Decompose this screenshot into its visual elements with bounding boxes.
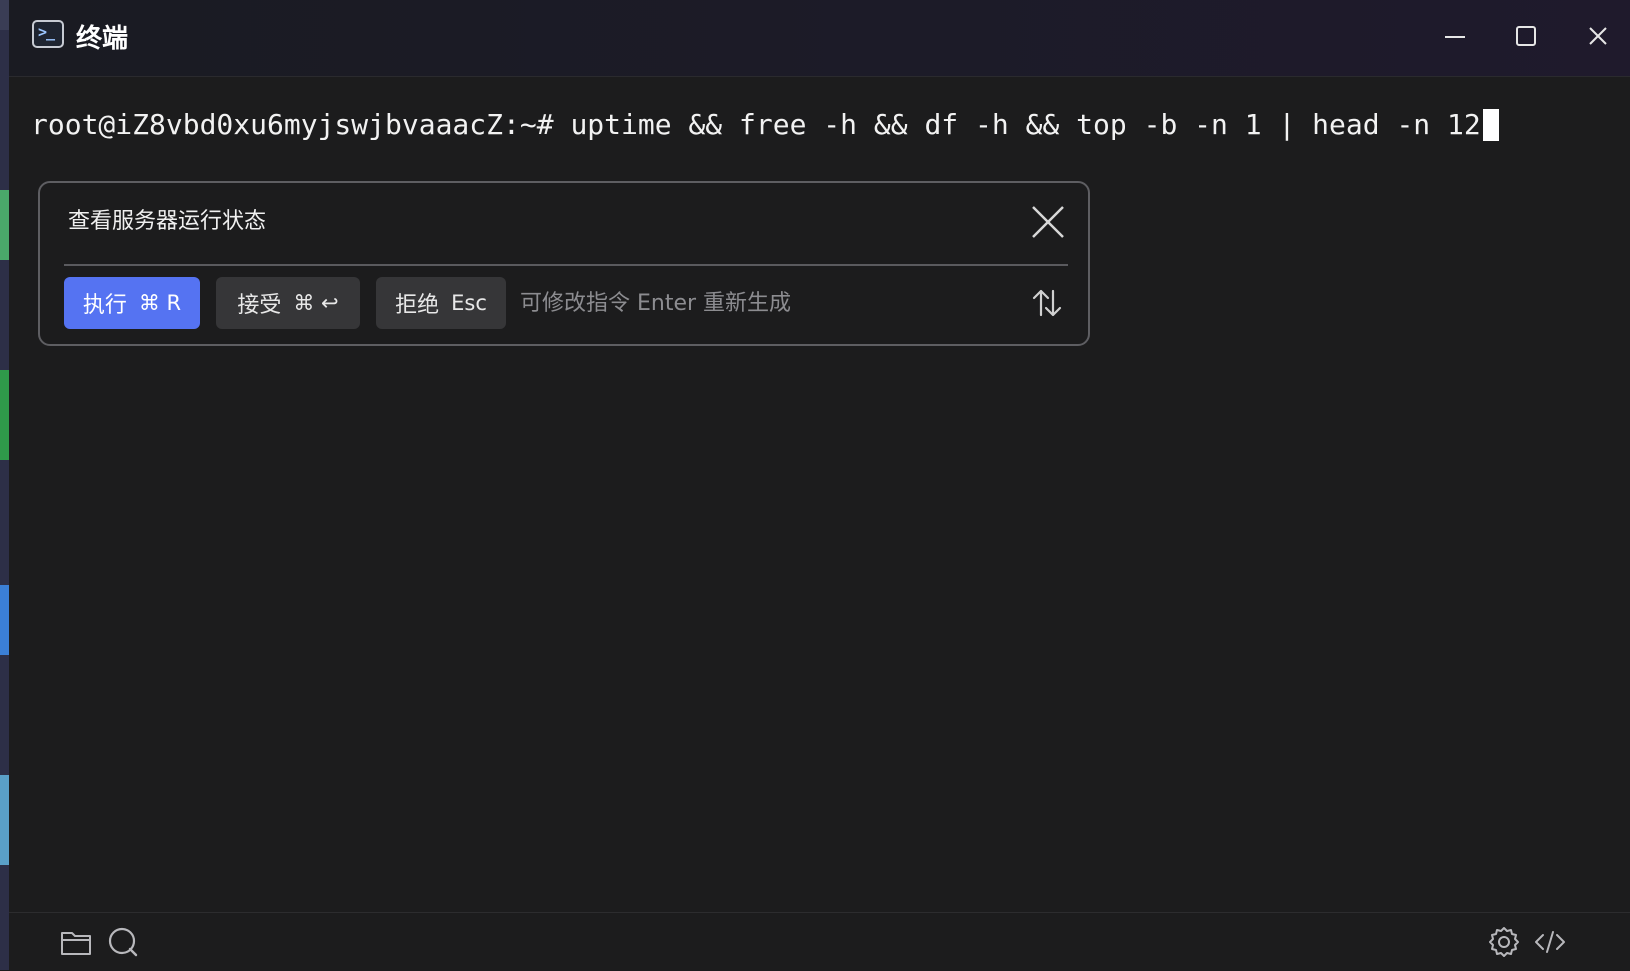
terminal-window: >_ 终端 root@iZ8vbd0xu6myjswjbvaaacZ:~# up… [9, 0, 1630, 971]
settings-gear-icon [1489, 927, 1519, 957]
maximize-button[interactable] [1508, 18, 1544, 54]
minimize-icon [1445, 36, 1465, 38]
accept-button-label: 接受 [237, 293, 282, 318]
accept-shortcut: ⌘ ↩ [293, 291, 339, 315]
run-button-label: 执行 [82, 293, 127, 318]
desktop-background-strip [0, 0, 9, 970]
status-bar [9, 912, 1630, 971]
chat-search-icon [108, 927, 138, 957]
settings-button[interactable] [1487, 925, 1521, 959]
open-folder-button[interactable] [59, 925, 93, 959]
close-panel-button[interactable] [1029, 203, 1067, 241]
minimize-button[interactable] [1437, 18, 1473, 54]
reject-button[interactable]: 拒绝 Esc [376, 277, 506, 329]
maximize-icon [1516, 26, 1536, 46]
accept-button[interactable]: 接受 ⌘ ↩ [216, 277, 360, 329]
swap-order-button[interactable] [1029, 285, 1065, 321]
close-icon [1589, 27, 1607, 45]
title-bar: >_ 终端 [9, 0, 1630, 77]
reject-shortcut: Esc [451, 291, 487, 315]
text-cursor [1482, 108, 1499, 141]
folder-icon [61, 932, 91, 955]
close-window-button[interactable] [1580, 18, 1616, 54]
arrows-up-down-icon [1032, 289, 1062, 317]
code-icon [1535, 931, 1565, 953]
run-shortcut: ⌘ R [138, 291, 182, 315]
terminal-icon: >_ [32, 20, 64, 48]
terminal-command-line[interactable]: root@iZ8vbd0xu6myjswjbvaaacZ:~# uptime &… [31, 108, 1499, 141]
code-view-button[interactable] [1533, 925, 1567, 959]
command-text: root@iZ8vbd0xu6myjswjbvaaacZ:~# uptime &… [31, 108, 1481, 141]
close-icon [1032, 206, 1064, 238]
ai-command-panel: 查看服务器运行状态 执行 ⌘ R 接受 ⌘ ↩ 拒绝 Esc [38, 181, 1090, 346]
modify-instruction-input[interactable] [520, 277, 1000, 329]
chat-search-button[interactable] [106, 925, 140, 959]
run-button[interactable]: 执行 ⌘ R [64, 277, 200, 329]
panel-divider [64, 264, 1068, 266]
window-title: 终端 [76, 24, 129, 54]
ai-query-text: 查看服务器运行状态 [68, 209, 267, 234]
reject-button-label: 拒绝 [395, 293, 440, 318]
